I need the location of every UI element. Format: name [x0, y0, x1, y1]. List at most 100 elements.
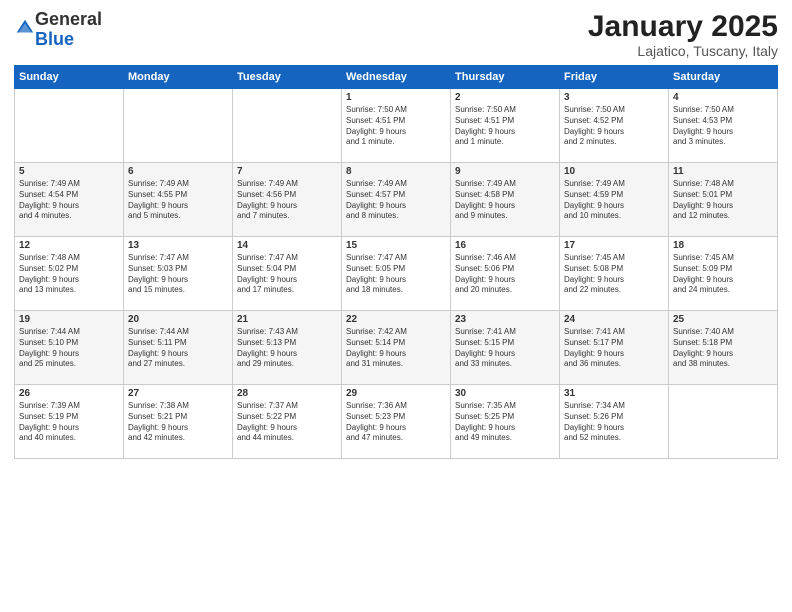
- day-number: 27: [128, 388, 228, 399]
- table-row: 11Sunrise: 7:48 AMSunset: 5:01 PMDayligh…: [669, 163, 778, 237]
- calendar-title: January 2025: [588, 10, 778, 43]
- day-number: 26: [19, 388, 119, 399]
- table-row: 6 Sunrise: 7:49 AMSunset: 4:55 PMDaylight…: [124, 163, 233, 237]
- table-row: 20 Sunrise: 7:44 AMSunset: 5:11 PMDayligh…: [124, 311, 233, 385]
- day-number: 14: [237, 240, 337, 251]
- table-row: 8Sunrise: 7:49 AMSunset: 4:57 PMDaylight…: [342, 163, 451, 237]
- calendar-table: Sunday Monday Tuesday Wednesday Thursday…: [14, 65, 778, 459]
- day-info: Sunrise: 7:46 AMSunset: 5:06 PMDaylight:…: [455, 253, 555, 296]
- day-number: 23: [455, 314, 555, 325]
- table-row: 4Sunrise: 7:50 AMSunset: 4:53 PMDaylight…: [669, 89, 778, 163]
- table-row: [233, 89, 342, 163]
- calendar-week-row: 19Sunrise: 7:44 AMSunset: 5:10 PMDayligh…: [15, 311, 778, 385]
- table-row: 15 Sunrise: 7:47 AMSunset: 5:05 PMDayligh…: [342, 237, 451, 311]
- calendar-subtitle: Lajatico, Tuscany, Italy: [588, 43, 778, 59]
- logo: General Blue: [14, 10, 102, 50]
- header-tuesday: Tuesday: [233, 66, 342, 89]
- table-row: 19Sunrise: 7:44 AMSunset: 5:10 PMDayligh…: [15, 311, 124, 385]
- table-row: 5 Sunrise: 7:49 AMSunset: 4:54 PMDaylight…: [15, 163, 124, 237]
- day-info: Sunrise: 7:45 AMSunset: 5:08 PMDaylight:…: [564, 253, 664, 296]
- day-info: Sunrise: 7:50 AMSunset: 4:51 PMDaylight:…: [455, 105, 555, 148]
- day-number: 2: [455, 92, 555, 103]
- table-row: 31 Sunrise: 7:34 AMSunset: 5:26 PMDayligh…: [560, 385, 669, 459]
- table-row: 10Sunrise: 7:49 AMSunset: 4:59 PMDayligh…: [560, 163, 669, 237]
- calendar-week-row: 12Sunrise: 7:48 AMSunset: 5:02 PMDayligh…: [15, 237, 778, 311]
- table-row: 26Sunrise: 7:39 AMSunset: 5:19 PMDayligh…: [15, 385, 124, 459]
- title-block: January 2025 Lajatico, Tuscany, Italy: [588, 10, 778, 59]
- calendar-week-row: 26Sunrise: 7:39 AMSunset: 5:19 PMDayligh…: [15, 385, 778, 459]
- day-info: Sunrise: 7:45 AMSunset: 5:09 PMDaylight:…: [673, 253, 773, 296]
- day-number: 22: [346, 314, 446, 325]
- day-info: Sunrise: 7:44 AMSunset: 5:11 PMDaylight:…: [128, 327, 228, 370]
- day-number: 6: [128, 166, 228, 177]
- table-row: 3Sunrise: 7:50 AMSunset: 4:52 PMDaylight…: [560, 89, 669, 163]
- day-info: Sunrise: 7:38 AMSunset: 5:21 PMDaylight:…: [128, 401, 228, 444]
- day-info: Sunrise: 7:35 AMSunset: 5:25 PMDaylight:…: [455, 401, 555, 444]
- day-number: 5: [19, 166, 119, 177]
- table-row: 24 Sunrise: 7:41 AMSunset: 5:17 PMDayligh…: [560, 311, 669, 385]
- day-number: 31: [564, 388, 664, 399]
- table-row: [669, 385, 778, 459]
- table-row: [15, 89, 124, 163]
- header-sunday: Sunday: [15, 66, 124, 89]
- day-number: 24: [564, 314, 664, 325]
- header-friday: Friday: [560, 66, 669, 89]
- table-row: 14 Sunrise: 7:47 AMSunset: 5:04 PMDayligh…: [233, 237, 342, 311]
- day-info: Sunrise: 7:49 AMSunset: 4:57 PMDaylight:…: [346, 179, 446, 222]
- day-info: Sunrise: 7:49 AMSunset: 4:54 PMDaylight:…: [19, 179, 119, 222]
- table-row: 27 Sunrise: 7:38 AMSunset: 5:21 PMDayligh…: [124, 385, 233, 459]
- table-row: 29Sunrise: 7:36 AMSunset: 5:23 PMDayligh…: [342, 385, 451, 459]
- day-number: 18: [673, 240, 773, 251]
- day-info: Sunrise: 7:34 AMSunset: 5:26 PMDaylight:…: [564, 401, 664, 444]
- calendar-week-row: 1Sunrise: 7:50 AMSunset: 4:51 PMDaylight…: [15, 89, 778, 163]
- logo-text: General Blue: [35, 10, 102, 50]
- table-row: 18 Sunrise: 7:45 AMSunset: 5:09 PMDayligh…: [669, 237, 778, 311]
- day-number: 28: [237, 388, 337, 399]
- table-row: 13Sunrise: 7:47 AMSunset: 5:03 PMDayligh…: [124, 237, 233, 311]
- header-thursday: Thursday: [451, 66, 560, 89]
- calendar-week-row: 5 Sunrise: 7:49 AMSunset: 4:54 PMDaylight…: [15, 163, 778, 237]
- logo-blue: Blue: [35, 29, 74, 49]
- day-number: 19: [19, 314, 119, 325]
- table-row: 17 Sunrise: 7:45 AMSunset: 5:08 PMDayligh…: [560, 237, 669, 311]
- day-number: 17: [564, 240, 664, 251]
- logo-general: General: [35, 9, 102, 29]
- day-number: 7: [237, 166, 337, 177]
- day-number: 3: [564, 92, 664, 103]
- day-number: 15: [346, 240, 446, 251]
- day-info: Sunrise: 7:41 AMSunset: 5:15 PMDaylight:…: [455, 327, 555, 370]
- day-info: Sunrise: 7:40 AMSunset: 5:18 PMDaylight:…: [673, 327, 773, 370]
- table-row: 21 Sunrise: 7:43 AMSunset: 5:13 PMDayligh…: [233, 311, 342, 385]
- logo-icon: [15, 17, 35, 37]
- day-number: 16: [455, 240, 555, 251]
- table-row: 30 Sunrise: 7:35 AMSunset: 5:25 PMDayligh…: [451, 385, 560, 459]
- day-number: 30: [455, 388, 555, 399]
- table-row: 7 Sunrise: 7:49 AMSunset: 4:56 PMDaylight…: [233, 163, 342, 237]
- day-info: Sunrise: 7:47 AMSunset: 5:04 PMDaylight:…: [237, 253, 337, 296]
- day-info: Sunrise: 7:50 AMSunset: 4:53 PMDaylight:…: [673, 105, 773, 148]
- header-monday: Monday: [124, 66, 233, 89]
- day-info: Sunrise: 7:49 AMSunset: 4:56 PMDaylight:…: [237, 179, 337, 222]
- day-number: 20: [128, 314, 228, 325]
- day-info: Sunrise: 7:41 AMSunset: 5:17 PMDaylight:…: [564, 327, 664, 370]
- table-row: 23 Sunrise: 7:41 AMSunset: 5:15 PMDayligh…: [451, 311, 560, 385]
- day-info: Sunrise: 7:47 AMSunset: 5:03 PMDaylight:…: [128, 253, 228, 296]
- page-header: General Blue January 2025 Lajatico, Tusc…: [14, 10, 778, 59]
- header-wednesday: Wednesday: [342, 66, 451, 89]
- day-info: Sunrise: 7:42 AMSunset: 5:14 PMDaylight:…: [346, 327, 446, 370]
- day-number: 12: [19, 240, 119, 251]
- day-info: Sunrise: 7:37 AMSunset: 5:22 PMDaylight:…: [237, 401, 337, 444]
- day-info: Sunrise: 7:43 AMSunset: 5:13 PMDaylight:…: [237, 327, 337, 370]
- day-number: 11: [673, 166, 773, 177]
- day-info: Sunrise: 7:47 AMSunset: 5:05 PMDaylight:…: [346, 253, 446, 296]
- day-number: 21: [237, 314, 337, 325]
- day-number: 9: [455, 166, 555, 177]
- table-row: 1Sunrise: 7:50 AMSunset: 4:51 PMDaylight…: [342, 89, 451, 163]
- day-info: Sunrise: 7:49 AMSunset: 4:55 PMDaylight:…: [128, 179, 228, 222]
- day-number: 10: [564, 166, 664, 177]
- day-info: Sunrise: 7:50 AMSunset: 4:51 PMDaylight:…: [346, 105, 446, 148]
- table-row: [124, 89, 233, 163]
- table-row: 12Sunrise: 7:48 AMSunset: 5:02 PMDayligh…: [15, 237, 124, 311]
- table-row: 9Sunrise: 7:49 AMSunset: 4:58 PMDaylight…: [451, 163, 560, 237]
- calendar-header-row: Sunday Monday Tuesday Wednesday Thursday…: [15, 66, 778, 89]
